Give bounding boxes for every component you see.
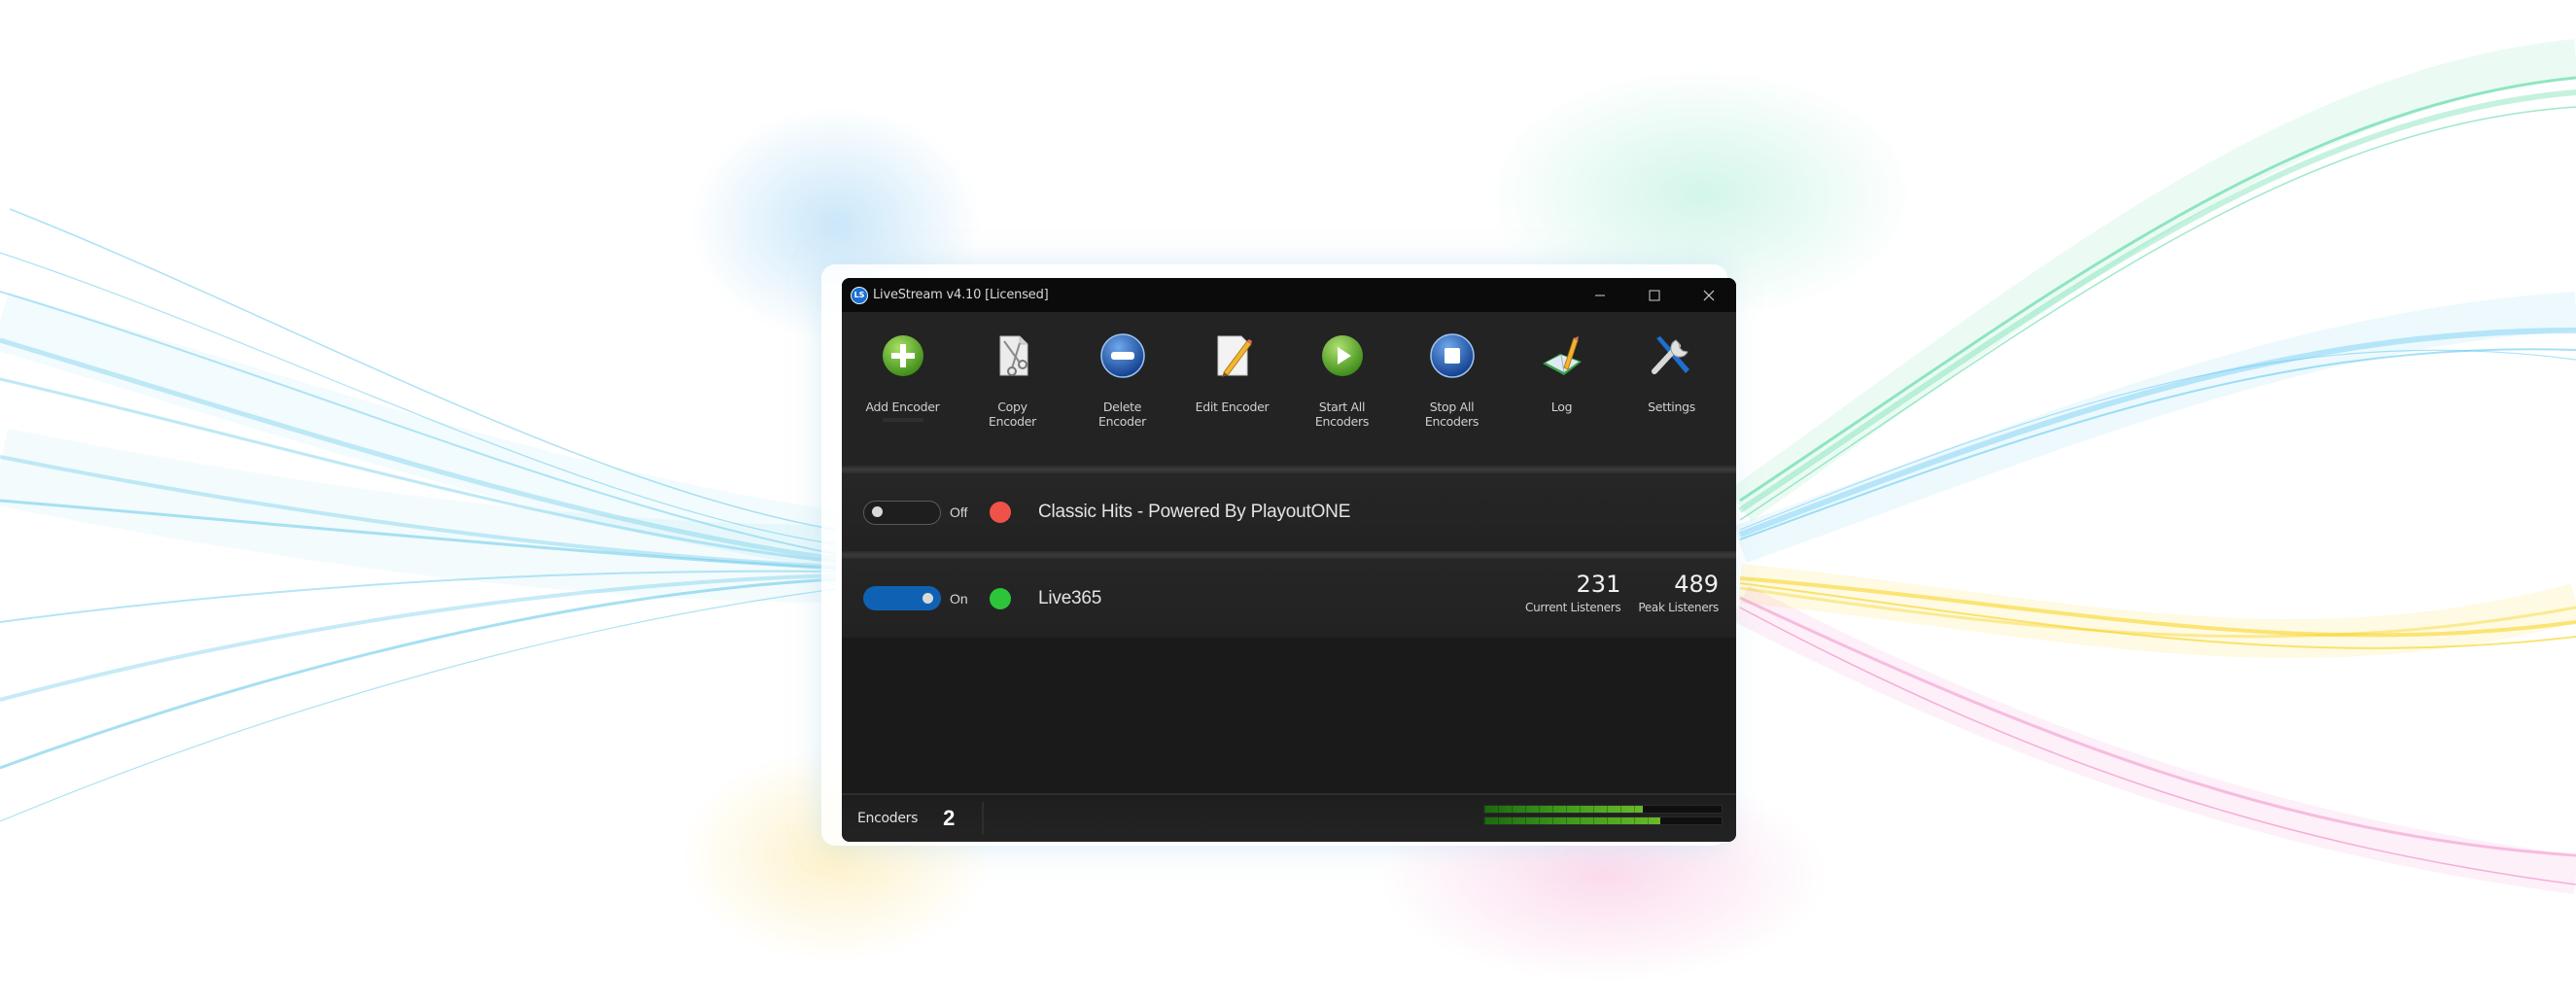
- app-logo-icon: LS: [851, 286, 868, 304]
- stop-icon: [1428, 331, 1477, 380]
- encoder-row[interactable]: On Live365 231 Current Listeners 489 Pea…: [842, 559, 1736, 638]
- status-indicator-icon: [990, 587, 1011, 609]
- close-icon: [1703, 290, 1715, 300]
- edit-icon: [1208, 331, 1257, 380]
- separator: [842, 551, 1736, 559]
- settings-button[interactable]: Settings: [1617, 312, 1726, 466]
- copy-encoder-button[interactable]: Copy Encoder: [957, 312, 1067, 466]
- delete-encoder-button[interactable]: Delete Encoder: [1067, 312, 1177, 466]
- encoder-name: Classic Hits - Powered By PlayoutONE: [1038, 502, 1351, 522]
- encoder-row[interactable]: Off Classic Hits - Powered By PlayoutONE: [842, 473, 1736, 551]
- level-meter-left: [1483, 805, 1723, 814]
- encoder-list-empty-area: [842, 638, 1736, 793]
- edit-encoder-label: Edit Encoder: [1195, 399, 1270, 414]
- encoder-toggle[interactable]: [863, 500, 941, 525]
- copy-encoder-label: Copy Encoder: [988, 399, 1036, 429]
- start-all-encoders-label: Start All Encoders: [1314, 399, 1370, 429]
- edit-encoder-button[interactable]: Edit Encoder: [1177, 312, 1287, 466]
- minimize-icon: [1594, 290, 1606, 301]
- peak-listeners: 489 Peak Listeners: [1638, 571, 1719, 614]
- app-window: LS LiveStream v4.10 [Licensed] Add Encod…: [842, 278, 1736, 842]
- maximize-icon: [1649, 290, 1660, 300]
- add-encoder-label: Add Encoder: [865, 399, 940, 414]
- current-listeners-value: 231: [1576, 571, 1621, 598]
- close-button[interactable]: [1682, 278, 1736, 312]
- delete-icon: [1098, 331, 1147, 380]
- window-title: LiveStream v4.10 [Licensed]: [873, 288, 1049, 302]
- encoder-name: Live365: [1038, 587, 1102, 608]
- window-controls: [1573, 278, 1736, 312]
- maximize-button[interactable]: [1627, 278, 1682, 312]
- encoder-toggle[interactable]: [863, 586, 941, 610]
- title-bar[interactable]: LS LiveStream v4.10 [Licensed]: [842, 278, 1736, 312]
- current-listeners: 231 Current Listeners: [1525, 571, 1621, 614]
- stop-all-encoders-label: Stop All Encoders: [1424, 399, 1479, 429]
- toolbar: Add Encoder Copy Encoder Delete Encoder …: [842, 312, 1736, 466]
- encoders-count-value: 2: [943, 806, 956, 830]
- toggle-state-label: Off: [950, 504, 968, 520]
- settings-icon: [1648, 331, 1696, 380]
- peak-listeners-label: Peak Listeners: [1638, 601, 1719, 614]
- toggle-state-label: On: [950, 590, 968, 607]
- current-listeners-label: Current Listeners: [1525, 601, 1621, 614]
- status-bar: Encoders 2: [842, 793, 1736, 842]
- status-indicator-icon: [990, 502, 1011, 523]
- toggle-knob: [922, 593, 933, 604]
- settings-label: Settings: [1648, 399, 1695, 414]
- peak-listeners-value: 489: [1674, 571, 1719, 598]
- delete-encoder-label: Delete Encoder: [1097, 399, 1146, 429]
- log-button[interactable]: Log: [1507, 312, 1617, 466]
- level-meter-fill: [1484, 817, 1660, 824]
- add-encoder-button[interactable]: Add Encoder: [848, 312, 957, 466]
- add-icon: [879, 331, 927, 380]
- level-meter-right: [1483, 816, 1723, 825]
- stop-all-encoders-button[interactable]: Stop All Encoders: [1397, 312, 1507, 466]
- log-icon: [1538, 331, 1586, 380]
- minimize-button[interactable]: [1573, 278, 1627, 312]
- listener-stats: 231 Current Listeners 489 Peak Listeners: [1525, 571, 1719, 614]
- log-label: Log: [1550, 399, 1573, 414]
- encoders-count-label: Encoders: [857, 811, 919, 826]
- copy-icon: [989, 331, 1037, 380]
- play-icon: [1318, 331, 1367, 380]
- start-all-encoders-button[interactable]: Start All Encoders: [1287, 312, 1397, 466]
- focus-underline: [882, 418, 923, 422]
- status-divider: [982, 802, 985, 835]
- level-meter-fill: [1484, 806, 1644, 813]
- separator: [842, 466, 1736, 473]
- audio-level-meters: [1483, 805, 1723, 828]
- toggle-knob: [872, 506, 883, 517]
